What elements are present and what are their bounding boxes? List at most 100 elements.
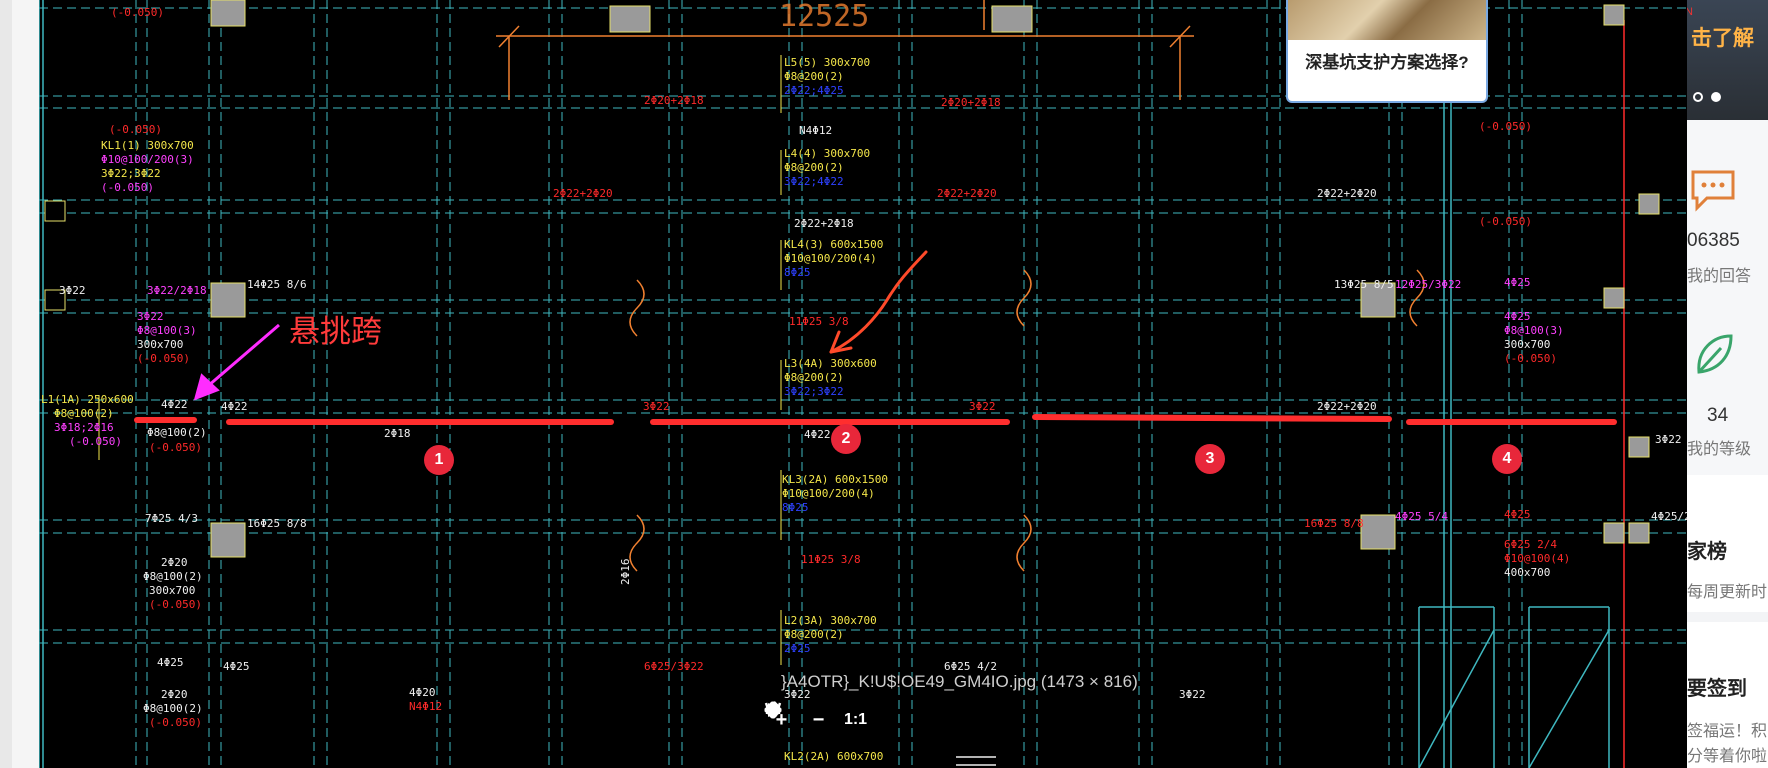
svg-text:N4Φ12: N4Φ12 [409,700,442,713]
svg-text:KL3(2A) 600x1500: KL3(2A) 600x1500 [782,473,888,486]
span-badge-2: 2 [831,424,861,454]
svg-text:Φ8@100(3): Φ8@100(3) [1504,324,1564,337]
svg-text:Φ8@100(2): Φ8@100(2) [147,426,207,439]
svg-text:Φ8@200(2): Φ8@200(2) [784,628,844,641]
leaf-icon [1697,334,1733,374]
svg-text:4Φ25: 4Φ25 [1504,276,1531,289]
redo-icon[interactable] [765,700,1096,740]
svg-text:3Φ22: 3Φ22 [969,400,996,413]
ad-card[interactable]: 深基坑支护方案选择? [1286,0,1488,103]
flip-vertical-icon[interactable] [768,700,1170,740]
answer-count-label: 我的回答 [1687,268,1752,285]
rotate-icon[interactable] [766,700,911,740]
drag-handle[interactable] [956,756,996,766]
signin-sub-1: 签福运！积 [1687,723,1768,740]
carousel-dot-active[interactable] [1711,92,1721,102]
answer-count: 06385 [1687,230,1740,251]
svg-text:12Φ25/3Φ22: 12Φ25/3Φ22 [1395,278,1461,291]
svg-text:4Φ25: 4Φ25 [223,660,250,673]
svg-text:(-0.050): (-0.050) [149,598,202,611]
svg-text:L4(4) 300x700: L4(4) 300x700 [784,147,870,160]
svg-text:2Φ18: 2Φ18 [384,427,411,440]
svg-text:Φ8@100(2): Φ8@100(2) [143,702,203,715]
svg-text:(-0.050): (-0.050) [137,352,190,365]
banner-corner-text: N [1687,6,1693,18]
svg-text:3Φ22;3Φ22: 3Φ22;3Φ22 [101,167,161,180]
svg-text:(-0.050): (-0.050) [149,441,202,454]
flip-horizontal-icon[interactable] [764,700,1133,740]
zoom-out-button[interactable]: − [800,700,837,740]
svg-text:6Φ25/3Φ22: 6Φ25/3Φ22 [644,660,704,673]
undo-icon[interactable] [764,700,1059,740]
svg-text:14Φ25 8/6: 14Φ25 8/6 [247,278,307,291]
svg-text:8Φ25: 8Φ25 [784,266,811,279]
svg-text:2Φ22+2Φ20: 2Φ22+2Φ20 [1317,187,1377,200]
svg-text:3Φ18;2Φ16: 3Φ18;2Φ16 [54,421,114,434]
next-icon[interactable] [769,700,1022,740]
svg-text:Φ10@100/200(4): Φ10@100/200(4) [782,487,875,500]
svg-text:2Φ22+2Φ20: 2Φ22+2Φ20 [1317,400,1377,413]
previous-icon[interactable] [767,700,948,740]
svg-text:2Φ20: 2Φ20 [161,688,188,701]
play-icon[interactable] [768,700,985,740]
svg-text:300x700: 300x700 [1504,338,1550,351]
signin-title[interactable]: 要签到 [1687,672,1747,701]
svg-text:4Φ22: 4Φ22 [804,428,831,441]
svg-text:3Φ22;4Φ22: 3Φ22;4Φ22 [784,175,844,188]
svg-text:Φ10@100/200(3): Φ10@100/200(3) [101,153,194,166]
ad-title: 深基坑支护方案选择? [1305,53,1469,72]
right-sidebar: N 击了解 06385 我的回答 34 我的等级 家榜 每周更新时间 要签到 签… [1687,0,1768,768]
svg-text:(-0.050): (-0.050) [109,123,162,136]
image-viewer[interactable]: 12525 (-0.050) L5(5) 300x700 Φ8@200(2) 2… [39,0,1687,768]
svg-text:16Φ25 8/8: 16Φ25 8/8 [1304,517,1364,530]
svg-text:(-0.050): (-0.050) [1479,215,1532,228]
svg-text:8Φ25: 8Φ25 [782,501,809,514]
carousel-dot[interactable] [1693,92,1703,102]
carousel-dots [1693,92,1721,102]
svg-text:4Φ25: 4Φ25 [1504,508,1531,521]
svg-text:4Φ20: 4Φ20 [409,686,436,699]
svg-text:3Φ22: 3Φ22 [1179,688,1206,701]
svg-text:3Φ22/2Φ18: 3Φ22/2Φ18 [147,284,207,297]
svg-text:4Φ22: 4Φ22 [161,398,188,411]
cantilever-span-label: 悬挑跨 [289,314,382,349]
svg-text:Φ10@100(4): Φ10@100(4) [1504,552,1570,565]
svg-text:3Φ22: 3Φ22 [1655,433,1682,446]
svg-text:400x700: 400x700 [1504,566,1550,579]
svg-text:6Φ25 2/4: 6Φ25 2/4 [1504,538,1557,551]
svg-text:300x700: 300x700 [137,338,183,351]
svg-text:16Φ25 8/8: 16Φ25 8/8 [247,517,307,530]
ad-image [1288,0,1486,40]
svg-text:(-0.050): (-0.050) [149,716,202,729]
svg-text:2Φ22+2Φ20: 2Φ22+2Φ20 [553,187,613,200]
actual-size-button[interactable]: 1:1 [837,700,874,740]
svg-text:KL4(3) 600x1500: KL4(3) 600x1500 [784,238,883,251]
signin-sub-2: 分等着你啦 [1687,748,1768,765]
svg-text:7Φ25 4/3: 7Φ25 4/3 [145,512,198,525]
svg-text:Φ8@200(2): Φ8@200(2) [784,70,844,83]
comment-icon [1691,170,1735,212]
expert-ranking-sub: 每周更新时间 [1687,584,1768,601]
sidebar-banner[interactable]: N 击了解 [1687,0,1768,120]
span-badge-1: 1 [424,445,454,475]
svg-text:(-0.050): (-0.050) [1479,120,1532,133]
svg-text:Φ8@100(2): Φ8@100(2) [143,570,203,583]
svg-text:12525: 12525 [779,0,869,34]
viewer-toolbar: + − 1:1 [763,700,1170,740]
cad-drawing: 12525 (-0.050) L5(5) 300x700 Φ8@200(2) 2… [39,0,1687,768]
left-gutter [0,0,12,768]
svg-text:4Φ25: 4Φ25 [157,656,184,669]
svg-text:Φ10@100/200(4): Φ10@100/200(4) [784,252,877,265]
svg-text:2Φ22;4Φ25: 2Φ22;4Φ25 [784,84,844,97]
svg-text:L2(3A) 300x700: L2(3A) 300x700 [784,614,877,627]
svg-text:4Φ22: 4Φ22 [221,400,248,413]
expert-ranking-title: 家榜 [1687,541,1727,563]
svg-text:KL1(1) 300x700: KL1(1) 300x700 [101,139,194,152]
svg-text:3Φ22: 3Φ22 [643,400,670,413]
svg-text:4Φ25 5/4: 4Φ25 5/4 [1395,510,1448,523]
svg-text:2Φ22+2Φ20: 2Φ22+2Φ20 [937,187,997,200]
sidebar-divider [1687,612,1768,622]
svg-text:(-0.050): (-0.050) [1504,352,1557,365]
svg-text:2Φ20: 2Φ20 [161,556,188,569]
span-badge-3: 3 [1195,444,1225,474]
